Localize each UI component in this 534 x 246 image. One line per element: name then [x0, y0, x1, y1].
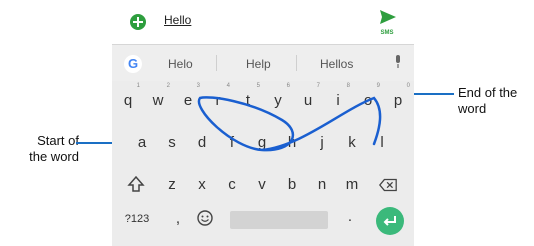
start-callout-line1: Start of: [37, 133, 79, 148]
gesture-trail: [197, 96, 382, 152]
start-of-word-callout: Start of the word: [7, 133, 79, 165]
end-callout-line1: End of the: [458, 85, 518, 100]
end-callout-line2: word: [458, 101, 487, 116]
start-callout-line2: the word: [29, 149, 79, 164]
end-of-word-callout: End of the word: [458, 85, 517, 117]
phone-screen: Hello SMS G Helo Help Hellos q1 w2 e3 r4…: [112, 0, 414, 246]
